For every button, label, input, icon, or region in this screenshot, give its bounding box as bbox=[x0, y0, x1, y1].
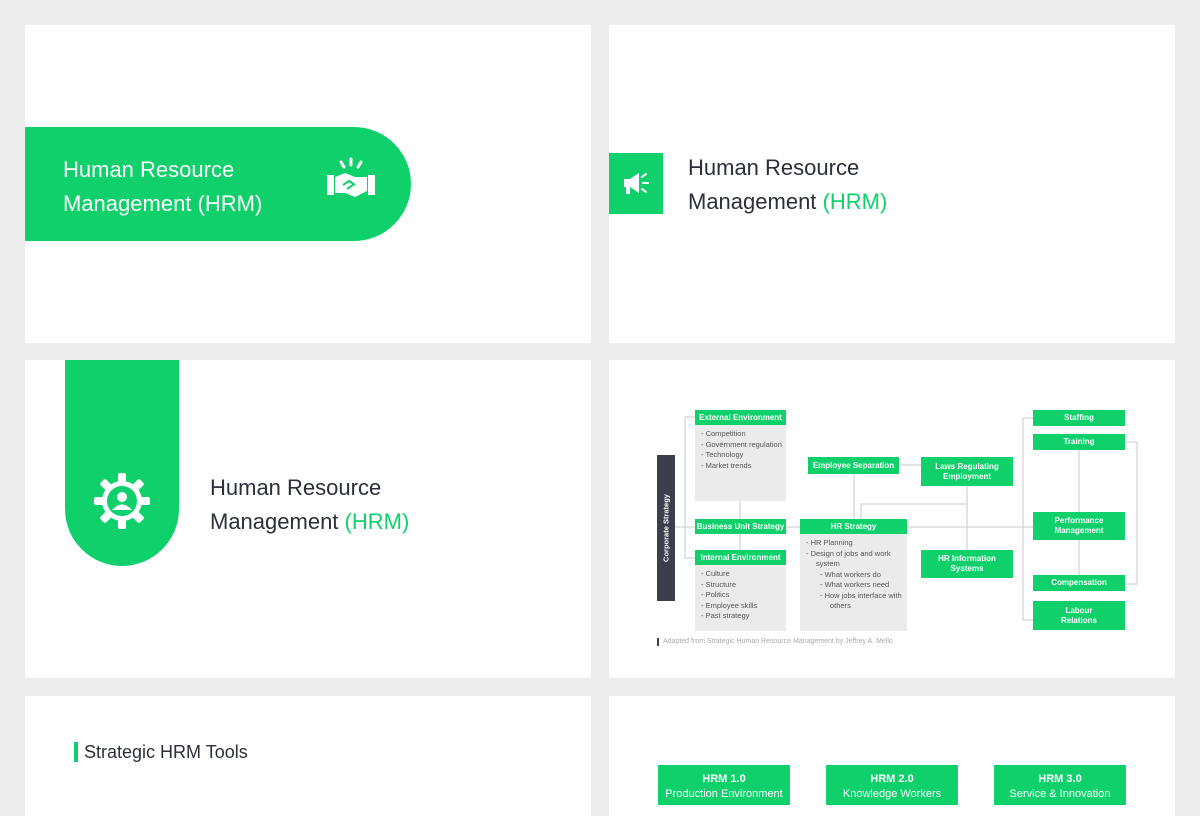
handshake-icon bbox=[327, 157, 375, 197]
slide-title: Human Resource Management (HRM) bbox=[63, 157, 263, 216]
source-credit: Adapted from Strategic Human Resource Ma… bbox=[657, 638, 893, 646]
compensation-box: Compensation bbox=[1033, 575, 1125, 591]
business-unit-strategy-box: Business Unit Strategy bbox=[695, 519, 786, 534]
external-environment-list: Competition Government regulation Techno… bbox=[695, 425, 786, 501]
staffing-box: Staffing bbox=[1033, 410, 1125, 426]
slide-title-megaphone[interactable]: Human Resource Management (HRM) bbox=[609, 25, 1175, 343]
employee-separation-box: Employee Separation bbox=[808, 457, 899, 474]
hr-strategy-box: HR Strategy bbox=[800, 519, 907, 534]
corporate-strategy-bar: Corporate Strategy bbox=[657, 455, 675, 601]
slide-title-handshake[interactable]: Human Resource Management (HRM) bbox=[25, 25, 591, 343]
slide-title: Human Resource Management (HRM) bbox=[210, 475, 410, 534]
slide-title-gear[interactable]: Human Resource Management (HRM) bbox=[25, 360, 591, 678]
internal-environment-list: Culture Structure Politics Employee skil… bbox=[695, 565, 786, 631]
slide-title: Human Resource Management (HRM) bbox=[688, 155, 888, 214]
laws-regulating-box: Laws Regulating Employment bbox=[921, 457, 1013, 486]
slide-title: Strategic HRM Tools bbox=[74, 742, 248, 762]
internal-environment-box: Internal Environment bbox=[695, 550, 786, 565]
hr-strategy-list: HR Planning Design of jobs and work syst… bbox=[800, 534, 907, 631]
training-box: Training bbox=[1033, 434, 1125, 450]
performance-management-box: Performance Management bbox=[1033, 512, 1125, 540]
slide-hrm-evolution[interactable]: HRM 1.0 Production Environment HRM 2.0 K… bbox=[609, 696, 1175, 816]
hrm-stage-box: HRM 3.0 Service & Innovation bbox=[994, 765, 1126, 805]
icon-tile bbox=[609, 153, 663, 214]
labour-relations-box: Labour Relations bbox=[1033, 601, 1125, 630]
slide-hr-strategy-diagram[interactable]: Corporate Strategy External Environment … bbox=[609, 360, 1175, 678]
slide-strategic-hrm-tools[interactable]: Strategic HRM Tools bbox=[25, 696, 591, 816]
gear-user-icon bbox=[94, 473, 150, 529]
hrm-stage-box: HRM 2.0 Knowledge Workers bbox=[826, 765, 958, 805]
megaphone-icon bbox=[624, 173, 649, 194]
title-banner: Human Resource Management (HRM) bbox=[25, 127, 411, 241]
hr-information-systems-box: HR Information Systems bbox=[921, 550, 1013, 578]
external-environment-box: External Environment bbox=[695, 410, 786, 425]
hrm-stage-box: HRM 1.0 Production Environment bbox=[658, 765, 790, 805]
title-tab bbox=[65, 360, 179, 566]
